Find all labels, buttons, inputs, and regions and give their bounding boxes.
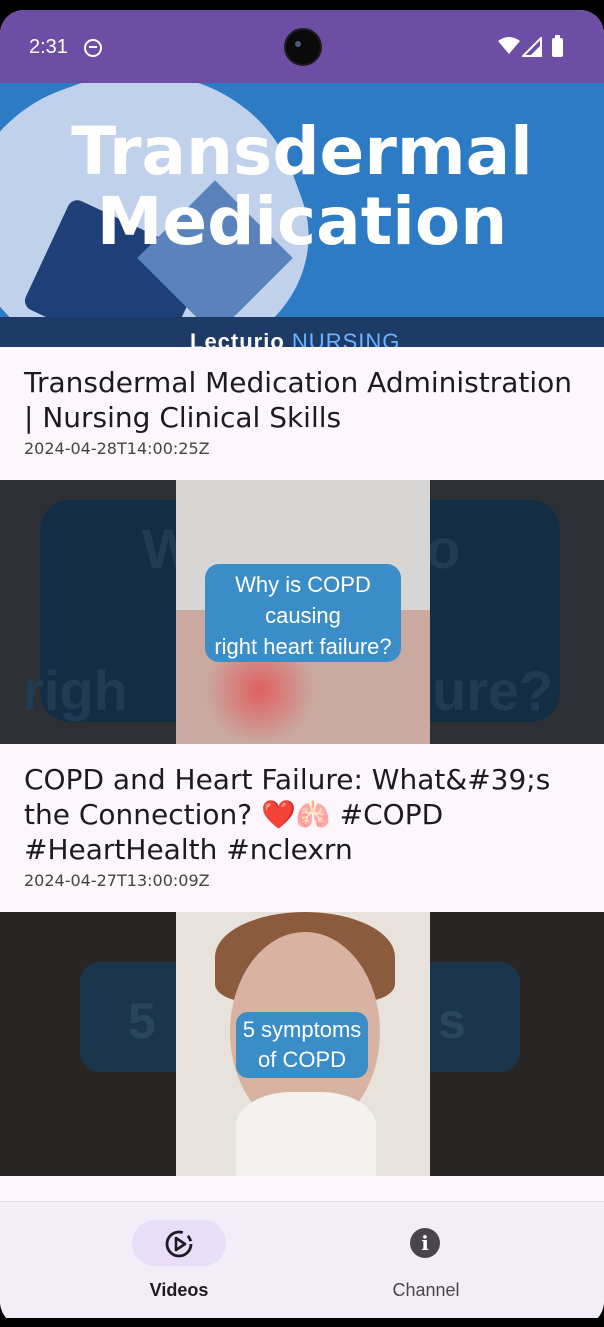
video-info[interactable]: COPD and Heart Failure: What&#39;s the C…	[0, 744, 604, 912]
thumbnail-text: Medication	[96, 183, 508, 260]
video-thumbnail[interactable]: Transdermal Medication Lecturio NURSING	[0, 83, 604, 347]
video-item[interactable]: Transdermal Medication Lecturio NURSING …	[0, 83, 604, 480]
thumbnail-text: Transdermal	[71, 113, 533, 190]
thumbnail-caption: 5 symptoms of COPD	[236, 1012, 368, 1078]
video-date: 2024-04-28T14:00:25Z	[24, 439, 210, 458]
video-date: 2024-04-27T13:00:09Z	[24, 871, 210, 890]
play-circle-icon	[165, 1230, 193, 1258]
thumbnail-caption: Why is COPD causing right heart failure?	[205, 564, 401, 662]
video-item[interactable]: 5 s 5 symptoms of COPD	[0, 912, 604, 1176]
notification-app-icon	[84, 39, 102, 57]
video-title[interactable]: Transdermal Medication Administration | …	[24, 365, 580, 435]
info-icon: i	[410, 1228, 440, 1258]
nav-item-channel[interactable]: i Channel	[275, 1202, 577, 1318]
cell-signal-icon	[522, 37, 542, 57]
battery-icon	[552, 35, 563, 57]
front-camera	[284, 28, 322, 66]
video-title[interactable]: COPD and Heart Failure: What&#39;s the C…	[24, 762, 580, 867]
thumbnail-brand: Lecturio NURSING	[190, 329, 401, 347]
status-bar: 2:31	[0, 10, 604, 83]
video-thumbnail[interactable]: W righ o ure? Why is COPD causing right …	[0, 480, 604, 744]
status-time: 2:31	[29, 36, 68, 58]
video-thumbnail[interactable]: 5 s 5 symptoms of COPD	[0, 912, 604, 1176]
wifi-icon	[498, 37, 520, 54]
video-info[interactable]: Transdermal Medication Administration | …	[0, 347, 604, 480]
app-screen: 2:31 Transdermal Medication Lecturio NUR…	[0, 10, 604, 1318]
device-frame: 2:31 Transdermal Medication Lecturio NUR…	[0, 0, 604, 1327]
video-item[interactable]: W righ o ure? Why is COPD causing right …	[0, 480, 604, 912]
video-feed[interactable]: Transdermal Medication Lecturio NURSING …	[0, 83, 604, 1201]
bottom-navigation: Videos i Channel	[0, 1201, 604, 1318]
nav-label: Channel	[392, 1280, 460, 1300]
